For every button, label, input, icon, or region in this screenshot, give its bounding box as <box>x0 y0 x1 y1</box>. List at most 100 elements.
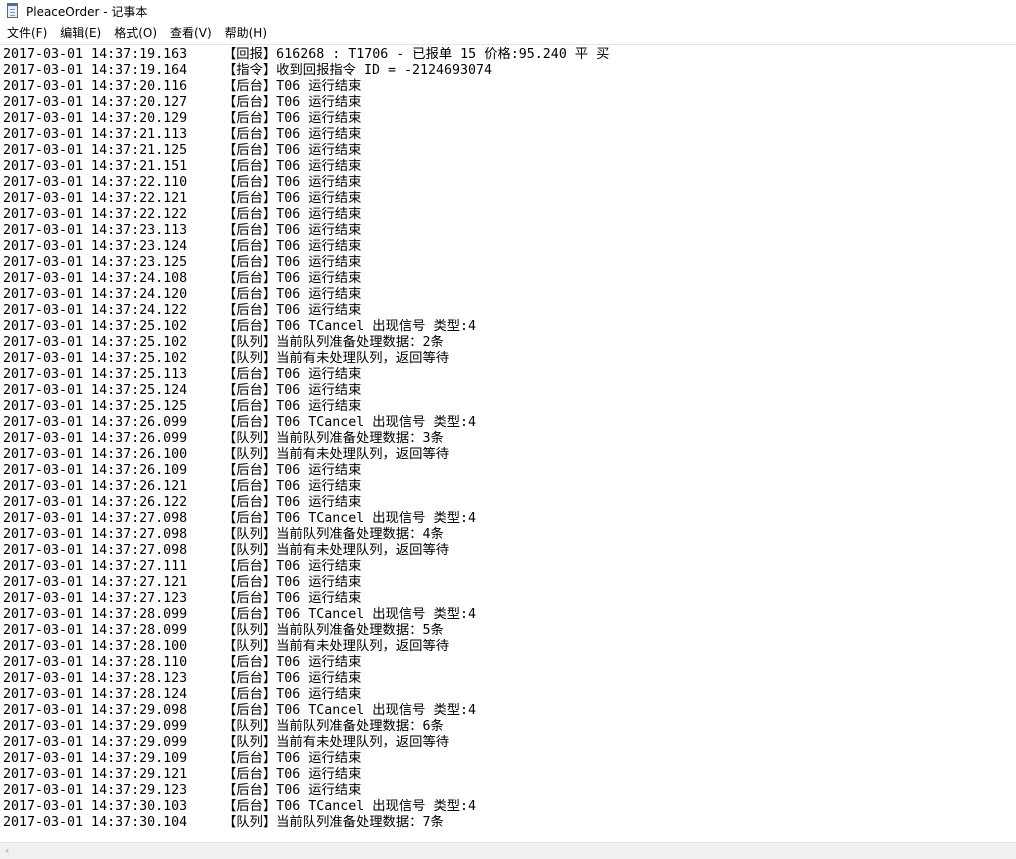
log-message: 【指令】收到回报指令 ID = -2124693074 <box>223 63 493 78</box>
log-message: 【后台】T06 TCancel 出现信号 类型:4 <box>223 703 477 718</box>
log-timestamp: 2017-03-01 14:37:20.129 <box>3 111 188 126</box>
log-line: 2017-03-01 14:37:27.111 【后台】T06 运行结束 <box>3 559 609 575</box>
log-line: 2017-03-01 14:37:29.099 【队列】当前有未处理队列，返回等待 <box>3 735 609 751</box>
log-timestamp: 2017-03-01 14:37:24.120 <box>3 287 188 302</box>
log-line: 2017-03-01 14:37:29.121 【后台】T06 运行结束 <box>3 767 609 783</box>
log-line: 2017-03-01 14:37:24.122 【后台】T06 运行结束 <box>3 303 609 319</box>
log-line: 2017-03-01 14:37:23.113 【后台】T06 运行结束 <box>3 223 609 239</box>
log-message: 【后台】T06 运行结束 <box>223 463 362 478</box>
log-message: 【后台】T06 运行结束 <box>223 751 362 766</box>
log-timestamp: 2017-03-01 14:37:28.100 <box>3 639 188 654</box>
log-message: 【队列】当前有未处理队列，返回等待 <box>223 735 450 750</box>
log-message: 【后台】T06 运行结束 <box>223 367 362 382</box>
log-timestamp: 2017-03-01 14:37:27.098 <box>3 511 188 526</box>
log-message: 【队列】当前队列准备处理数据：3条 <box>223 431 444 446</box>
log-line: 2017-03-01 14:37:29.123 【后台】T06 运行结束 <box>3 783 609 799</box>
log-timestamp: 2017-03-01 14:37:27.098 <box>3 527 188 542</box>
log-message: 【队列】当前有未处理队列，返回等待 <box>223 639 450 654</box>
menu-edit[interactable]: 编辑(E) <box>53 24 107 41</box>
horizontal-scrollbar[interactable]: ‹ <box>0 842 1016 859</box>
log-timestamp: 2017-03-01 14:37:30.104 <box>3 815 188 830</box>
log-timestamp: 2017-03-01 14:37:27.098 <box>3 543 188 558</box>
log-message: 【后台】T06 运行结束 <box>223 143 362 158</box>
log-message: 【后台】T06 运行结束 <box>223 239 362 254</box>
log-timestamp: 2017-03-01 14:37:23.124 <box>3 239 188 254</box>
log-message: 【后台】T06 运行结束 <box>223 95 362 110</box>
log-timestamp: 2017-03-01 14:37:26.099 <box>3 431 188 446</box>
menu-view[interactable]: 查看(V) <box>163 24 218 41</box>
log-line: 2017-03-01 14:37:27.098 【队列】当前队列准备处理数据：4条 <box>3 527 609 543</box>
log-timestamp: 2017-03-01 14:37:25.102 <box>3 351 188 366</box>
log-line: 2017-03-01 14:37:25.102 【队列】当前队列准备处理数据：2条 <box>3 335 609 351</box>
log-timestamp: 2017-03-01 14:37:25.125 <box>3 399 188 414</box>
log-message: 【后台】T06 运行结束 <box>223 495 362 510</box>
log-line: 2017-03-01 14:37:26.122 【后台】T06 运行结束 <box>3 495 609 511</box>
menu-help[interactable]: 帮助(H) <box>218 24 273 41</box>
log-message: 【后台】T06 运行结束 <box>223 783 362 798</box>
log-message: 【后台】T06 TCancel 出现信号 类型:4 <box>223 319 477 334</box>
log-message: 【后台】T06 运行结束 <box>223 591 362 606</box>
log-message: 【后台】T06 运行结束 <box>223 479 362 494</box>
log-line: 2017-03-01 14:37:28.110 【后台】T06 运行结束 <box>3 655 609 671</box>
log-line: 2017-03-01 14:37:20.129 【后台】T06 运行结束 <box>3 111 609 127</box>
log-line: 2017-03-01 14:37:29.098 【后台】T06 TCancel 出… <box>3 703 609 719</box>
log-line: 2017-03-01 14:37:24.120 【后台】T06 运行结束 <box>3 287 609 303</box>
scroll-left-icon[interactable]: ‹ <box>5 845 15 857</box>
log-timestamp: 2017-03-01 14:37:28.124 <box>3 687 188 702</box>
log-timestamp: 2017-03-01 14:37:29.099 <box>3 719 188 734</box>
title-bar[interactable]: PleaceOrder - 记事本 <box>0 0 1016 22</box>
log-timestamp: 2017-03-01 14:37:28.110 <box>3 655 188 670</box>
log-message: 【后台】T06 运行结束 <box>223 399 362 414</box>
log-timestamp: 2017-03-01 14:37:20.116 <box>3 79 188 94</box>
log-message: 【队列】当前有未处理队列，返回等待 <box>223 447 450 462</box>
log-message: 【后台】T06 运行结束 <box>223 111 362 126</box>
log-line: 2017-03-01 14:37:28.099 【队列】当前队列准备处理数据：5条 <box>3 623 609 639</box>
log-timestamp: 2017-03-01 14:37:20.127 <box>3 95 188 110</box>
log-message: 【后台】T06 运行结束 <box>223 575 362 590</box>
log-line: 2017-03-01 14:37:28.100 【队列】当前有未处理队列，返回等待 <box>3 639 609 655</box>
log-timestamp: 2017-03-01 14:37:25.102 <box>3 335 188 350</box>
log-line: 2017-03-01 14:37:23.124 【后台】T06 运行结束 <box>3 239 609 255</box>
log-line: 2017-03-01 14:37:26.121 【后台】T06 运行结束 <box>3 479 609 495</box>
log-message: 【队列】当前队列准备处理数据：5条 <box>223 623 444 638</box>
menu-format[interactable]: 格式(O) <box>107 24 163 41</box>
log-message: 【后台】T06 运行结束 <box>223 655 362 670</box>
log-line: 2017-03-01 14:37:27.121 【后台】T06 运行结束 <box>3 575 609 591</box>
log-message: 【后台】T06 运行结束 <box>223 687 362 702</box>
log-message: 【后台】T06 运行结束 <box>223 79 362 94</box>
log-line: 2017-03-01 14:37:28.123 【后台】T06 运行结束 <box>3 671 609 687</box>
notepad-icon[interactable] <box>6 3 20 19</box>
log-timestamp: 2017-03-01 14:37:27.121 <box>3 575 188 590</box>
log-line: 2017-03-01 14:37:30.104 【队列】当前队列准备处理数据：7条 <box>3 815 609 831</box>
log-line: 2017-03-01 14:37:21.125 【后台】T06 运行结束 <box>3 143 609 159</box>
log-message: 【队列】当前队列准备处理数据：7条 <box>223 815 444 830</box>
log-timestamp: 2017-03-01 14:37:26.121 <box>3 479 188 494</box>
log-line: 2017-03-01 14:37:25.125 【后台】T06 运行结束 <box>3 399 609 415</box>
log-message: 【后台】T06 运行结束 <box>223 223 362 238</box>
log-message: 【后台】T06 TCancel 出现信号 类型:4 <box>223 415 477 430</box>
log-line: 2017-03-01 14:37:28.099 【后台】T06 TCancel 出… <box>3 607 609 623</box>
log-timestamp: 2017-03-01 14:37:29.109 <box>3 751 188 766</box>
log-line: 2017-03-01 14:37:30.103 【后台】T06 TCancel 出… <box>3 799 609 815</box>
menu-file[interactable]: 文件(F) <box>0 24 53 41</box>
log-line: 2017-03-01 14:37:20.116 【后台】T06 运行结束 <box>3 79 609 95</box>
log-line: 2017-03-01 14:37:26.100 【队列】当前有未处理队列，返回等待 <box>3 447 609 463</box>
text-editor-area[interactable]: 2017-03-01 14:37:19.163 【回报】616268 : T170… <box>0 44 1016 843</box>
log-message: 【后台】T06 运行结束 <box>223 255 362 270</box>
log-message: 【队列】当前有未处理队列，返回等待 <box>223 543 450 558</box>
log-line: 2017-03-01 14:37:22.122 【后台】T06 运行结束 <box>3 207 609 223</box>
log-line: 2017-03-01 14:37:24.108 【后台】T06 运行结束 <box>3 271 609 287</box>
log-message: 【后台】T06 运行结束 <box>223 159 362 174</box>
log-timestamp: 2017-03-01 14:37:28.099 <box>3 607 188 622</box>
log-line: 2017-03-01 14:37:26.099 【后台】T06 TCancel 出… <box>3 415 609 431</box>
log-line: 2017-03-01 14:37:27.123 【后台】T06 运行结束 <box>3 591 609 607</box>
log-timestamp: 2017-03-01 14:37:24.108 <box>3 271 188 286</box>
log-message: 【队列】当前队列准备处理数据：4条 <box>223 527 444 542</box>
log-line: 2017-03-01 14:37:21.113 【后台】T06 运行结束 <box>3 127 609 143</box>
log-line: 2017-03-01 14:37:21.151 【后台】T06 运行结束 <box>3 159 609 175</box>
log-line: 2017-03-01 14:37:22.110 【后台】T06 运行结束 <box>3 175 609 191</box>
window-title: PleaceOrder - 记事本 <box>26 4 148 19</box>
log-message: 【后台】T06 TCancel 出现信号 类型:4 <box>223 799 477 814</box>
log-timestamp: 2017-03-01 14:37:23.125 <box>3 255 188 270</box>
log-lines: 2017-03-01 14:37:19.163 【回报】616268 : T170… <box>3 47 609 831</box>
